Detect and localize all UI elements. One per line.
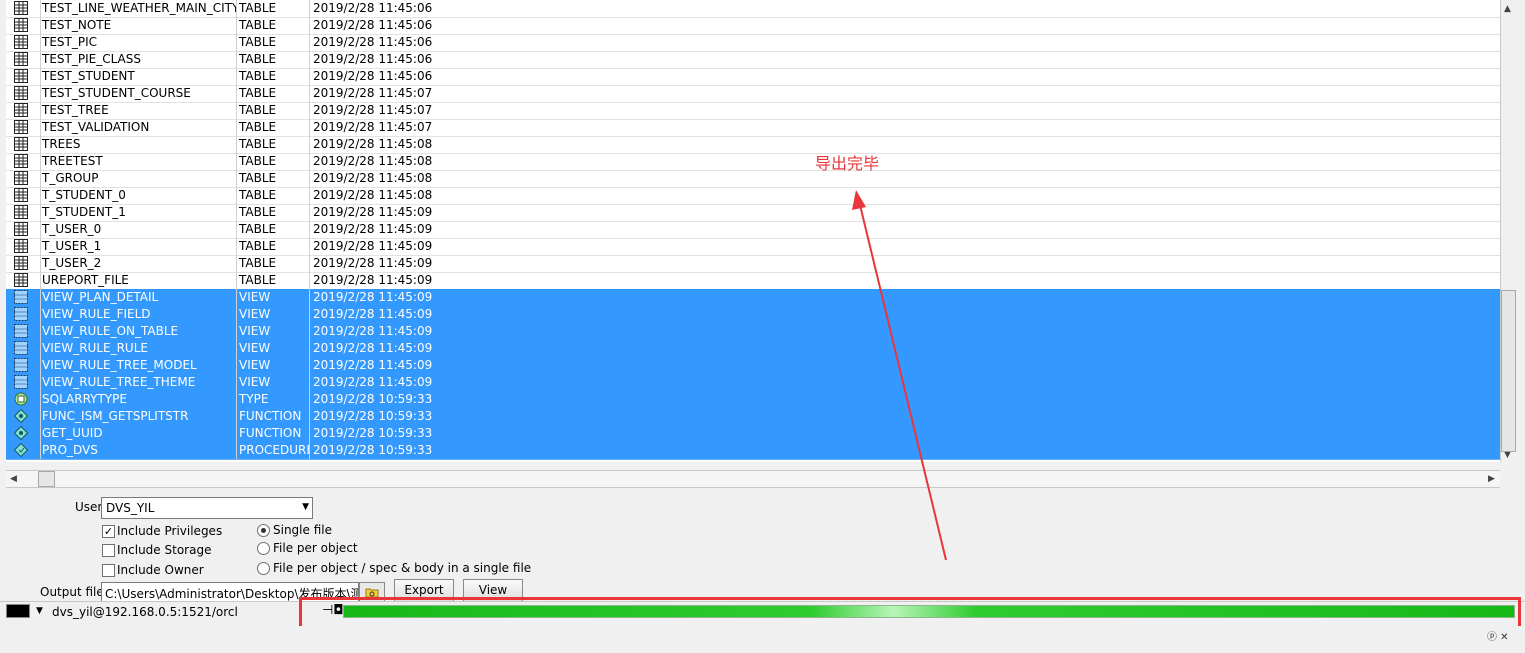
annotation-arrow xyxy=(852,190,947,561)
annotation-text: 导出完毕 xyxy=(815,154,880,173)
restore-close-controls[interactable]: ⓟ ✕ xyxy=(1487,628,1509,643)
bottom-strip xyxy=(0,626,1525,653)
